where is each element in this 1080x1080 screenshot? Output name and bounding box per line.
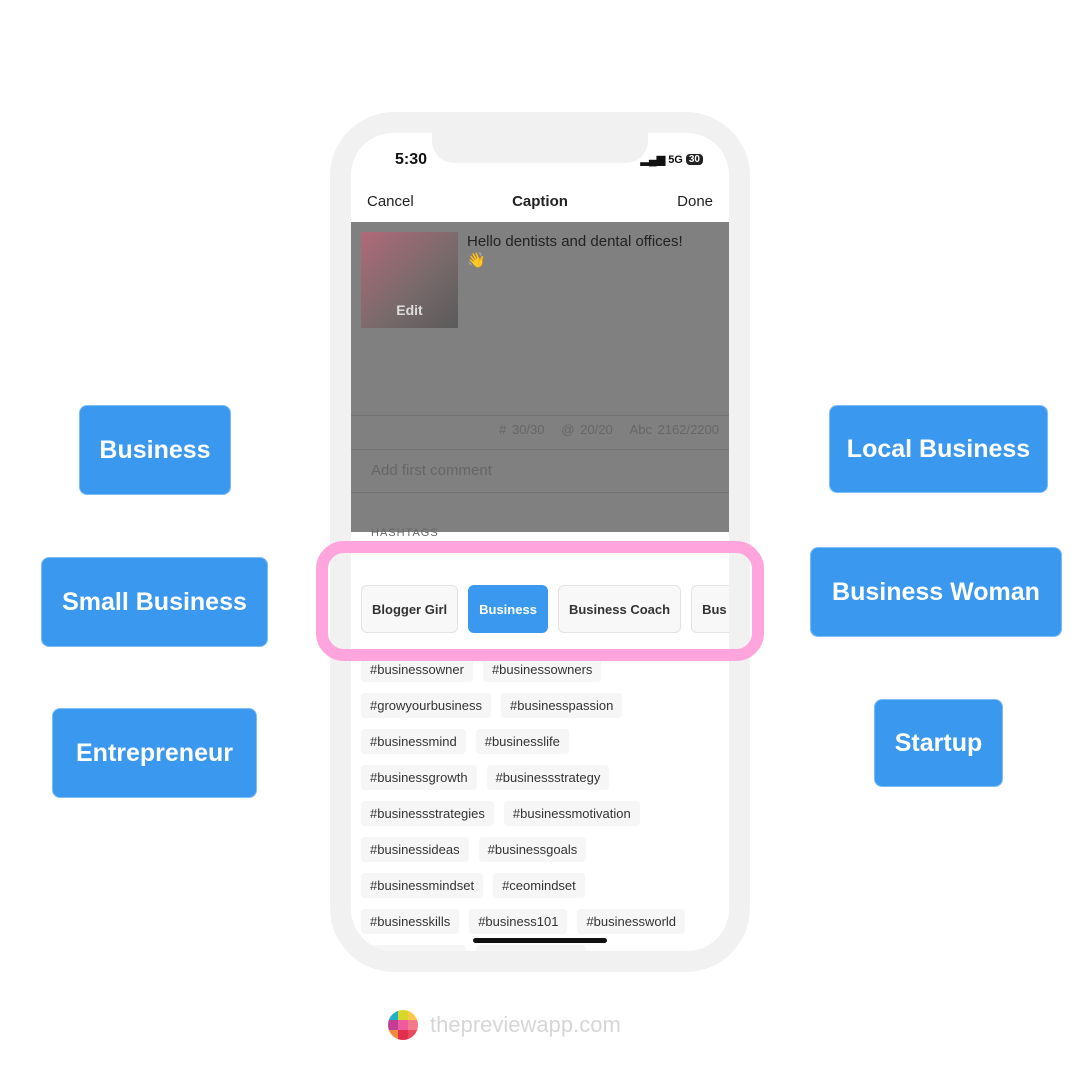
nav-bar: Cancel Caption Done bbox=[351, 193, 729, 221]
hashtag-chip[interactable]: #businesslife bbox=[475, 728, 569, 754]
hashtag-chip[interactable]: #businessmind bbox=[361, 728, 466, 754]
battery-icon: 30 bbox=[685, 154, 703, 165]
logo-cell bbox=[408, 1020, 418, 1030]
edit-label: Edit bbox=[396, 302, 423, 318]
label-small-business: Small Business bbox=[41, 557, 268, 647]
hashtag-chip[interactable]: #businessgoals bbox=[478, 836, 587, 862]
hashtag-chip[interactable]: #businessgrowth bbox=[361, 764, 477, 790]
first-comment-input[interactable]: Add first comment bbox=[351, 449, 729, 493]
hashtag-chip[interactable]: #businesskills bbox=[361, 908, 460, 934]
counters: # 30/30 @ 20/20 Abc 2162/2200 bbox=[351, 415, 729, 443]
logo-cell bbox=[398, 1030, 408, 1040]
hashtag-chip[interactable]: #growyourbusiness bbox=[361, 692, 492, 718]
hashtag-chip[interactable]: #business101 bbox=[469, 908, 568, 934]
hashtag-chip[interactable]: #businessworld bbox=[577, 908, 686, 934]
network-label: 5G bbox=[668, 153, 683, 166]
logo-cell bbox=[388, 1010, 398, 1020]
status-time: 5:30 bbox=[395, 151, 428, 168]
label-business-woman: Business Woman bbox=[810, 547, 1062, 637]
hashtag-row: #businessgrowth #businessstrategy bbox=[361, 759, 729, 795]
logo-cell bbox=[388, 1030, 398, 1040]
cancel-button[interactable]: Cancel bbox=[367, 193, 414, 210]
signal-icon: ▂▄▆ bbox=[640, 154, 666, 166]
app-logo bbox=[388, 1010, 418, 1040]
hashtag-count: # 30/30 bbox=[499, 422, 545, 437]
logo-cell bbox=[408, 1010, 418, 1020]
mention-count: @ 20/20 bbox=[561, 422, 613, 437]
status-icons: ▂▄▆ 5G 30 bbox=[640, 153, 703, 166]
logo-cell bbox=[388, 1020, 398, 1030]
hashtag-row: #businessstrategies #businessmotivation bbox=[361, 795, 729, 831]
hashtag-chip[interactable]: #businessmotivation bbox=[503, 800, 640, 826]
hashtag-chip[interactable]: #businesspassion bbox=[501, 692, 623, 718]
hashtag-chip[interactable]: #businessstrategy bbox=[486, 764, 610, 790]
post-thumbnail[interactable]: Edit bbox=[361, 232, 458, 328]
hashtag-chip[interactable]: #businessstrategies bbox=[361, 800, 494, 826]
hashtag-list: #businessowner #businessowners #growyourbu… bbox=[361, 651, 729, 951]
highlight-box bbox=[316, 541, 764, 661]
hashtag-row: #growyourbusiness #businesspassion bbox=[361, 687, 729, 723]
label-business: Business bbox=[79, 405, 231, 495]
hashtag-row: #businesskills #business101 #businessworld bbox=[361, 903, 729, 939]
char-count: Abc 2162/2200 bbox=[629, 422, 719, 437]
label-startup: Startup bbox=[874, 699, 1003, 787]
caption-text: Hello dentists and dental offices! bbox=[467, 233, 683, 250]
hashtag-row: #businessmind #businesslife bbox=[361, 723, 729, 759]
label-local-business: Local Business bbox=[829, 405, 1048, 493]
logo-cell bbox=[398, 1020, 408, 1030]
hashtag-chip[interactable]: #learnbusiness bbox=[361, 944, 467, 951]
hashtag-chip[interactable]: #ceomindset bbox=[493, 872, 585, 898]
hashtag-chip[interactable]: #businessmindset bbox=[361, 872, 484, 898]
done-button[interactable]: Done bbox=[677, 193, 713, 210]
brand-url: thepreviewapp.com bbox=[430, 1012, 621, 1037]
home-indicator bbox=[473, 938, 607, 943]
hashtag-chip[interactable]: #businessideas bbox=[361, 836, 469, 862]
logo-cell bbox=[408, 1030, 418, 1040]
hashtags-header: HASHTAGS bbox=[371, 527, 439, 539]
brand: thepreviewapp.com bbox=[388, 1010, 621, 1040]
wave-emoji: 👋 bbox=[467, 252, 486, 269]
hashtag-row: #businessideas #businessgoals bbox=[361, 831, 729, 867]
hashtag-chip[interactable]: #businessquote bbox=[476, 944, 586, 951]
caption-input[interactable]: Hello dentists and dental offices! 👋 bbox=[467, 232, 683, 270]
hashtag-row: #businessmindset #ceomindset bbox=[361, 867, 729, 903]
logo-cell bbox=[398, 1010, 408, 1020]
label-entrepreneur: Entrepreneur bbox=[52, 708, 257, 798]
notch bbox=[432, 133, 648, 163]
caption-overlay: Edit Hello dentists and dental offices! 👋… bbox=[351, 222, 729, 532]
